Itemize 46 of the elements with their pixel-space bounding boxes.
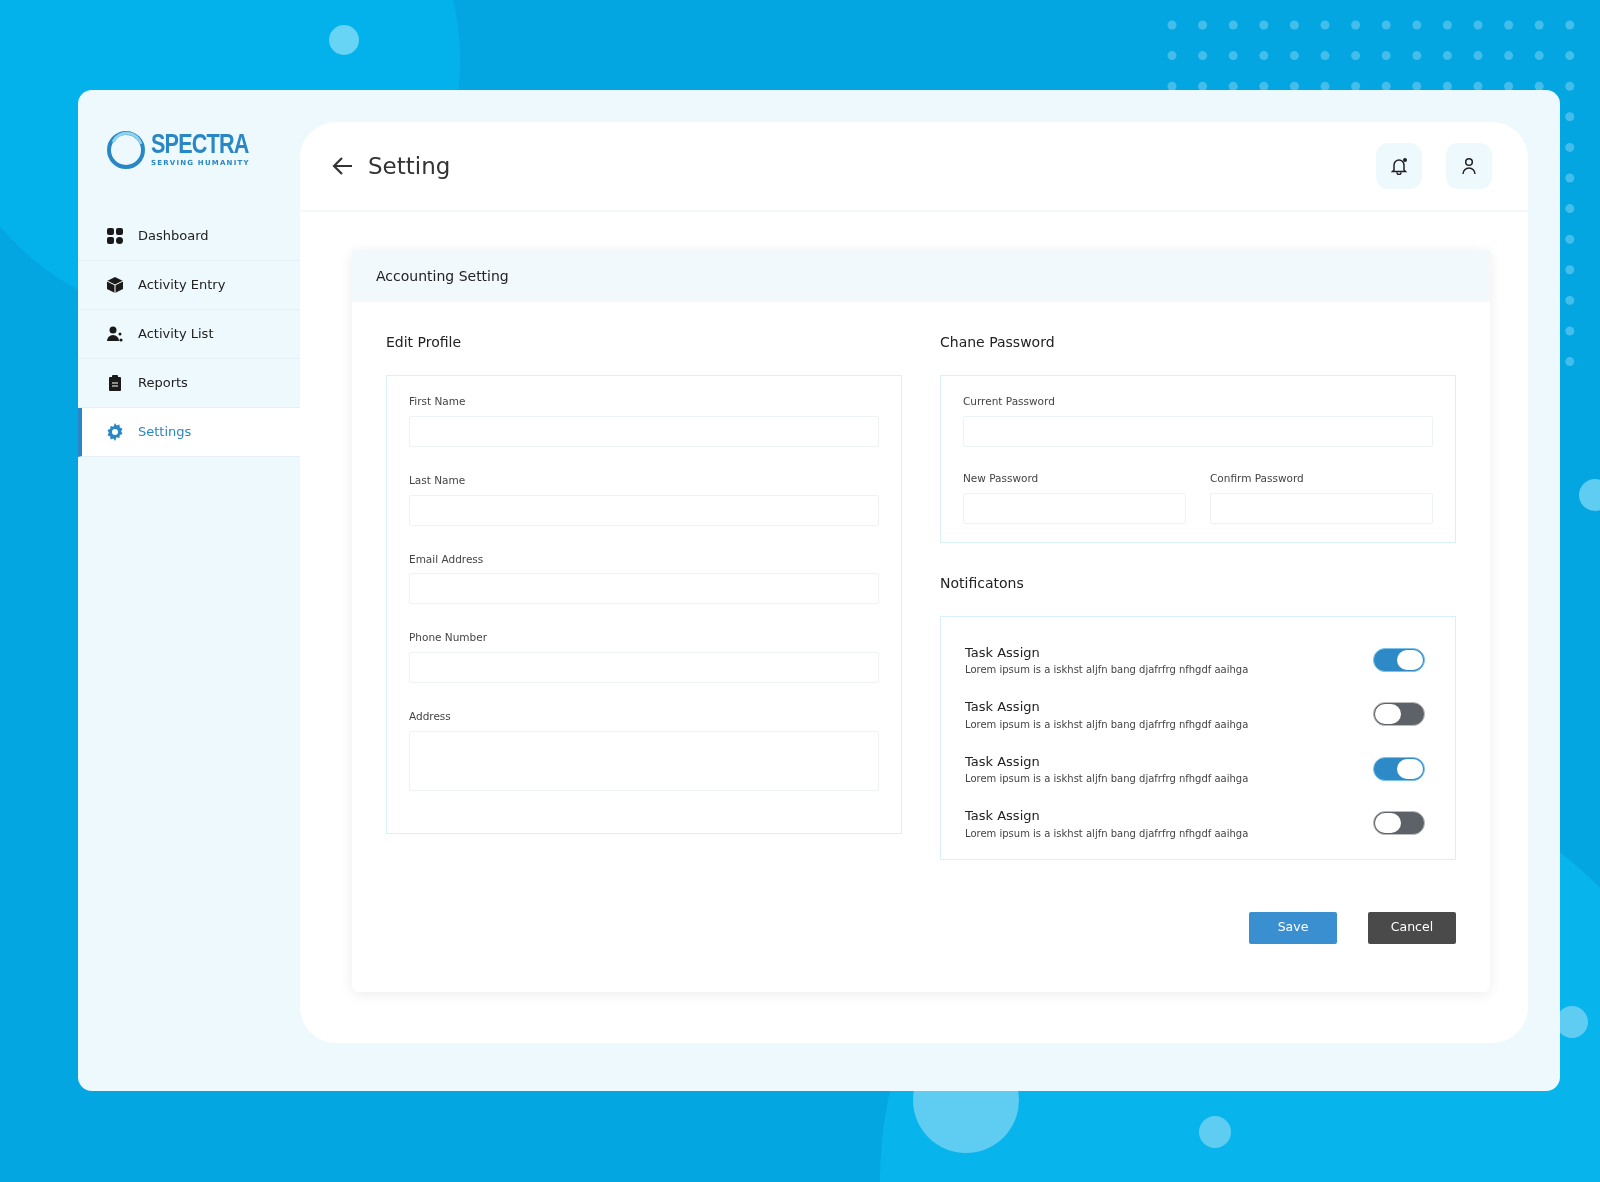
field-label: Current Password: [963, 394, 1056, 409]
sidebar-label: Activity List: [138, 325, 214, 344]
notification-title: Task Assign: [965, 698, 1041, 716]
notification-text: Lorem ipsum is a iskhst aljfn bang djafrfrg nfhgdf aaihga: [965, 772, 1249, 786]
field-label: Address: [409, 709, 452, 724]
field-label: Phone Number: [409, 630, 489, 646]
field-label: New Password: [963, 470, 1040, 486]
notification-text: Lorem ipsum is a iskhst aljfn bang djafrfrg nfhgdf aaihga: [965, 717, 1249, 732]
field-label: Confirm Password: [1210, 470, 1305, 486]
section-title: Chane Password: [940, 333, 1056, 352]
bell-icon: [1390, 157, 1408, 175]
grid-icon: [106, 227, 124, 245]
sidebar-label: Activity Entry: [138, 276, 226, 295]
field-label: First Name: [409, 394, 467, 409]
sidebar-item[interactable]: Settings: [78, 408, 300, 457]
decor-circle: [1199, 1116, 1231, 1148]
notification-text: Lorem ipsum is a iskhst aljfn bang djafrfrg nfhgdf aaihga: [965, 663, 1249, 677]
section-title: Edit Profile: [386, 333, 463, 352]
sidebar-label: Settings: [138, 423, 192, 442]
back-arrow-icon[interactable]: [332, 156, 354, 176]
section-title: Notificatons: [940, 573, 1025, 593]
toggle-switch[interactable]: [1373, 702, 1425, 727]
cancel-button[interactable]: Cancel: [1368, 911, 1456, 944]
notification-button[interactable]: [1376, 143, 1422, 189]
notification-text: Lorem ipsum is a iskhst aljfn bang djafrfrg nfhgdf aaihga: [965, 826, 1249, 841]
decor-circle: [329, 25, 359, 55]
sidebar-label: Reports: [138, 374, 188, 393]
page-title: Setting: [368, 151, 451, 181]
sidebar-label: Dashboard: [138, 227, 209, 246]
toggle-switch[interactable]: [1373, 756, 1425, 781]
logo-text: SPECTRA: [151, 131, 249, 159]
field-label: Last Name: [409, 472, 467, 488]
settings-icon: [106, 423, 124, 441]
cube-icon: [106, 276, 124, 294]
toggle-switch[interactable]: [1373, 811, 1425, 836]
profile-button[interactable]: [1446, 143, 1492, 189]
users-icon: [106, 325, 124, 343]
clipboard-icon: [106, 374, 124, 392]
notification-title: Task Assign: [965, 807, 1041, 825]
notification-title: Task Assign: [965, 752, 1041, 771]
logo-icon: [105, 129, 147, 171]
toggle-switch[interactable]: [1373, 647, 1425, 672]
notification-title: Task Assign: [965, 643, 1041, 662]
field-label: Email Address: [409, 551, 485, 567]
card-title: Accounting Setting: [376, 266, 509, 286]
user-icon: [1460, 157, 1478, 175]
